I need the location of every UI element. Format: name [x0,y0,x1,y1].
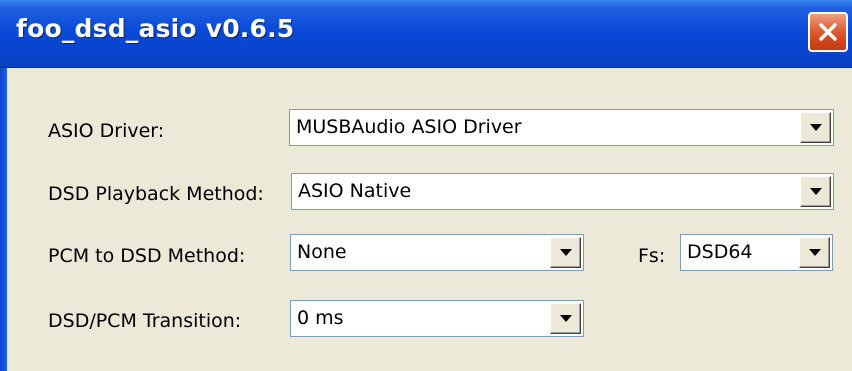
fs-value: DSD64 [687,241,753,263]
pcm-to-dsd-method-value: None [297,241,347,263]
dialog-body: ASIO Driver: MUSBAudio ASIO Driver DSD P… [7,68,852,371]
pcm-to-dsd-method-select[interactable]: None [290,234,584,271]
asio-driver-value: MUSBAudio ASIO Driver [296,116,522,138]
chevron-down-icon [809,187,822,195]
asio-driver-select[interactable]: MUSBAudio ASIO Driver [289,109,834,146]
asio-driver-label: ASIO Driver: [48,120,165,142]
dsd-playback-method-dropdown-button[interactable] [800,176,831,207]
pcm-to-dsd-method-dropdown-button[interactable] [550,237,581,268]
window-frame-left [0,68,7,371]
asio-driver-dropdown-button[interactable] [800,112,831,143]
title-bar[interactable]: foo_dsd_asio v0.6.5 [0,0,852,68]
pcm-to-dsd-method-label: PCM to DSD Method: [48,245,246,267]
fs-select[interactable]: DSD64 [680,234,833,271]
dsd-pcm-transition-select[interactable]: 0 ms [290,300,584,337]
dsd-playback-method-label: DSD Playback Method: [48,183,264,205]
fs-dropdown-button[interactable] [799,237,830,268]
dsd-playback-method-select[interactable]: ASIO Native [291,173,834,210]
window-title: foo_dsd_asio v0.6.5 [16,14,295,43]
dsd-pcm-transition-dropdown-button[interactable] [550,303,581,334]
chevron-down-icon [559,248,572,256]
close-button[interactable] [808,12,848,52]
dsd-pcm-transition-value: 0 ms [297,307,344,329]
dsd-playback-method-value: ASIO Native [298,180,412,202]
dsd-pcm-transition-label: DSD/PCM Transition: [48,310,242,332]
chevron-down-icon [559,314,572,322]
chevron-down-icon [809,123,822,131]
chevron-down-icon [808,248,821,256]
fs-label: Fs: [638,245,666,267]
close-icon [819,23,837,41]
dialog-window: foo_dsd_asio v0.6.5 ASIO Driver: MUSBAud… [0,0,852,371]
